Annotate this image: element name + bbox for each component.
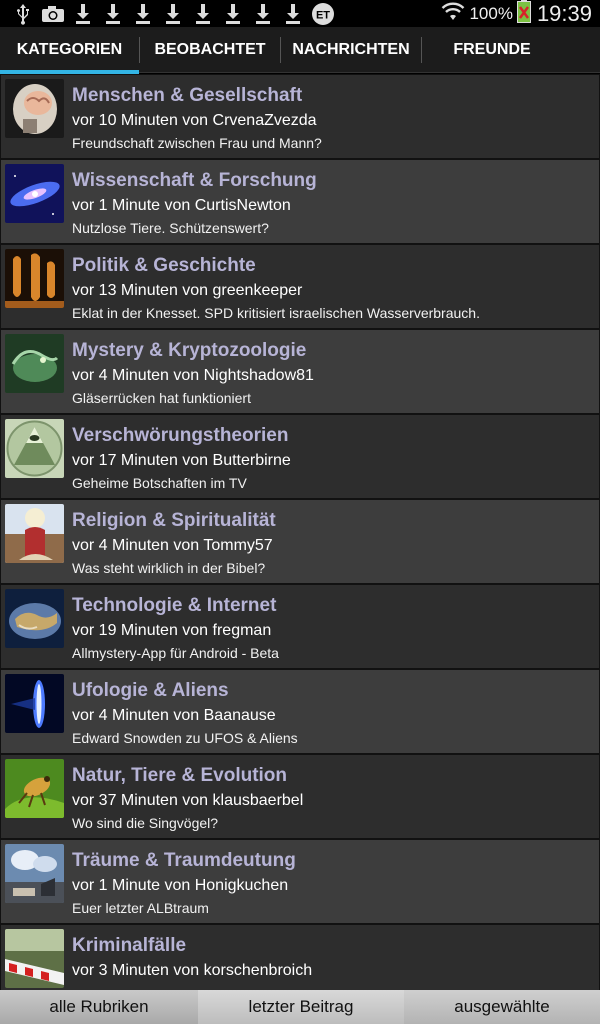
category-title: Technologie & Internet: [72, 595, 277, 616]
latest-post-button[interactable]: letzter Beitrag: [198, 990, 404, 1024]
category-title: Natur, Tiere & Evolution: [72, 765, 288, 786]
category-title: Religion & Spiritualität: [72, 510, 276, 531]
last-thread-title: Euer letzter ALBtraum: [72, 900, 209, 916]
download-icon: [218, 0, 248, 27]
category-title: Kriminalfälle: [72, 935, 187, 956]
tab-kategorien[interactable]: KATEGORIEN: [0, 27, 139, 74]
last-thread-title: Edward Snowden zu UFOS & Aliens: [72, 730, 298, 746]
police-tape-icon: [5, 929, 64, 988]
last-post-meta: vor 13 Minuten von greenkeeper: [72, 282, 303, 299]
clock: 19:39: [536, 0, 592, 26]
category-row-religion[interactable]: Religion & Spiritualität vor 4 Minuten v…: [0, 499, 600, 584]
globe-icon: [5, 589, 64, 648]
last-post-meta: vor 1 Minute von Honigkuchen: [72, 877, 289, 894]
category-row-mystery[interactable]: Mystery & Kryptozoologie vor 4 Minuten v…: [0, 329, 600, 414]
pyramid-eye-icon: [5, 419, 64, 478]
category-row-traeume[interactable]: Träume & Traumdeutung vor 1 Minute von H…: [0, 839, 600, 924]
svg-text:ET: ET: [316, 9, 330, 21]
category-row-ufologie[interactable]: Ufologie & Aliens vor 4 Minuten von Baan…: [0, 669, 600, 754]
last-post-meta: vor 4 Minuten von Baanause: [72, 707, 276, 724]
last-post-meta: vor 37 Minuten von klausbaerbel: [72, 792, 304, 809]
last-thread-title: Allmystery-App für Android - Beta: [72, 645, 279, 661]
download-icon: [98, 0, 128, 27]
download-icon: [158, 0, 188, 27]
last-post-meta: vor 1 Minute von CurtisNewton: [72, 197, 291, 214]
download-icon: [68, 0, 98, 27]
category-title: Verschwörungstheorien: [72, 425, 289, 446]
last-thread-title: Freundschaft zwischen Frau und Mann?: [72, 135, 322, 151]
last-post-meta: vor 17 Minuten von Butterbirne: [72, 452, 291, 469]
ufo-light-icon: [5, 674, 64, 733]
last-thread-title: Was steht wirklich in der Bibel?: [72, 560, 266, 576]
ancient-vase-icon: [5, 249, 64, 308]
last-post-meta: vor 10 Minuten von CrvenaZvezda: [72, 112, 317, 129]
category-row-wissenschaft[interactable]: Wissenschaft & Forschung vor 1 Minute vo…: [0, 159, 600, 244]
dream-scene-icon: [5, 844, 64, 903]
category-title: Mystery & Kryptozoologie: [72, 340, 307, 361]
usb-icon: [8, 0, 38, 27]
download-icon: [128, 0, 158, 27]
category-row-verschwoerung[interactable]: Verschwörungstheorien vor 17 Minuten von…: [0, 414, 600, 499]
category-row-politik[interactable]: Politik & Geschichte vor 13 Minuten von …: [0, 244, 600, 329]
status-bar: ET 100% 19:39: [0, 0, 600, 27]
download-icon: [278, 0, 308, 27]
religious-painting-icon: [5, 504, 64, 563]
category-title: Politik & Geschichte: [72, 255, 256, 276]
insect-icon: [5, 759, 64, 818]
category-row-technologie[interactable]: Technologie & Internet vor 19 Minuten vo…: [0, 584, 600, 669]
creature-icon: [5, 334, 64, 393]
last-thread-title: Eklat in der Knesset. SPD kritisiert isr…: [72, 305, 480, 321]
category-title: Ufologie & Aliens: [72, 680, 229, 701]
category-row-menschen[interactable]: Menschen & Gesellschaft vor 10 Minuten v…: [0, 74, 600, 159]
battery-charging-icon: [516, 0, 531, 28]
notification-icons: ET: [0, 0, 338, 27]
last-thread-title: Gläserrücken hat funktioniert: [72, 390, 251, 406]
all-sections-button[interactable]: alle Rubriken: [0, 990, 198, 1024]
wifi-icon: [441, 1, 465, 26]
tab-bar: KATEGORIEN BEOBACHTET NACHRICHTEN FREUND…: [0, 27, 600, 74]
galaxy-icon: [5, 164, 64, 223]
battery-percent: 100%: [469, 3, 513, 23]
last-post-meta: vor 19 Minuten von fregman: [72, 622, 272, 639]
bottom-action-bar: alle Rubriken letzter Beitrag ausgewählt…: [0, 990, 600, 1024]
tab-freunde[interactable]: FREUNDE: [422, 27, 562, 73]
brain-scan-icon: [5, 79, 64, 138]
category-title: Menschen & Gesellschaft: [72, 85, 303, 106]
last-post-meta: vor 4 Minuten von Tommy57: [72, 537, 273, 554]
category-title: Träume & Traumdeutung: [72, 850, 296, 871]
last-thread-title: Wo sind die Singvögel?: [72, 815, 219, 831]
tab-nachrichten[interactable]: NACHRICHTEN: [281, 27, 421, 73]
category-row-kriminalfaelle[interactable]: Kriminalfälle vor 3 Minuten von korschen…: [0, 924, 600, 990]
et-icon: ET: [308, 0, 338, 27]
download-icon: [188, 0, 218, 27]
camera-icon: [38, 0, 68, 27]
download-icon: [248, 0, 278, 27]
category-list[interactable]: Menschen & Gesellschaft vor 10 Minuten v…: [0, 74, 600, 990]
last-post-meta: vor 4 Minuten von Nightshadow81: [72, 367, 314, 384]
selected-button[interactable]: ausgewählte: [404, 990, 600, 1024]
category-row-natur[interactable]: Natur, Tiere & Evolution vor 37 Minuten …: [0, 754, 600, 839]
last-thread-title: Geheime Botschaften im TV: [72, 475, 247, 491]
category-title: Wissenschaft & Forschung: [72, 170, 317, 191]
tab-beobachtet[interactable]: BEOBACHTET: [140, 27, 280, 73]
last-thread-title: Nutzlose Tiere. Schützenswert?: [72, 220, 269, 236]
last-post-meta: vor 3 Minuten von korschenbroich: [72, 962, 313, 979]
